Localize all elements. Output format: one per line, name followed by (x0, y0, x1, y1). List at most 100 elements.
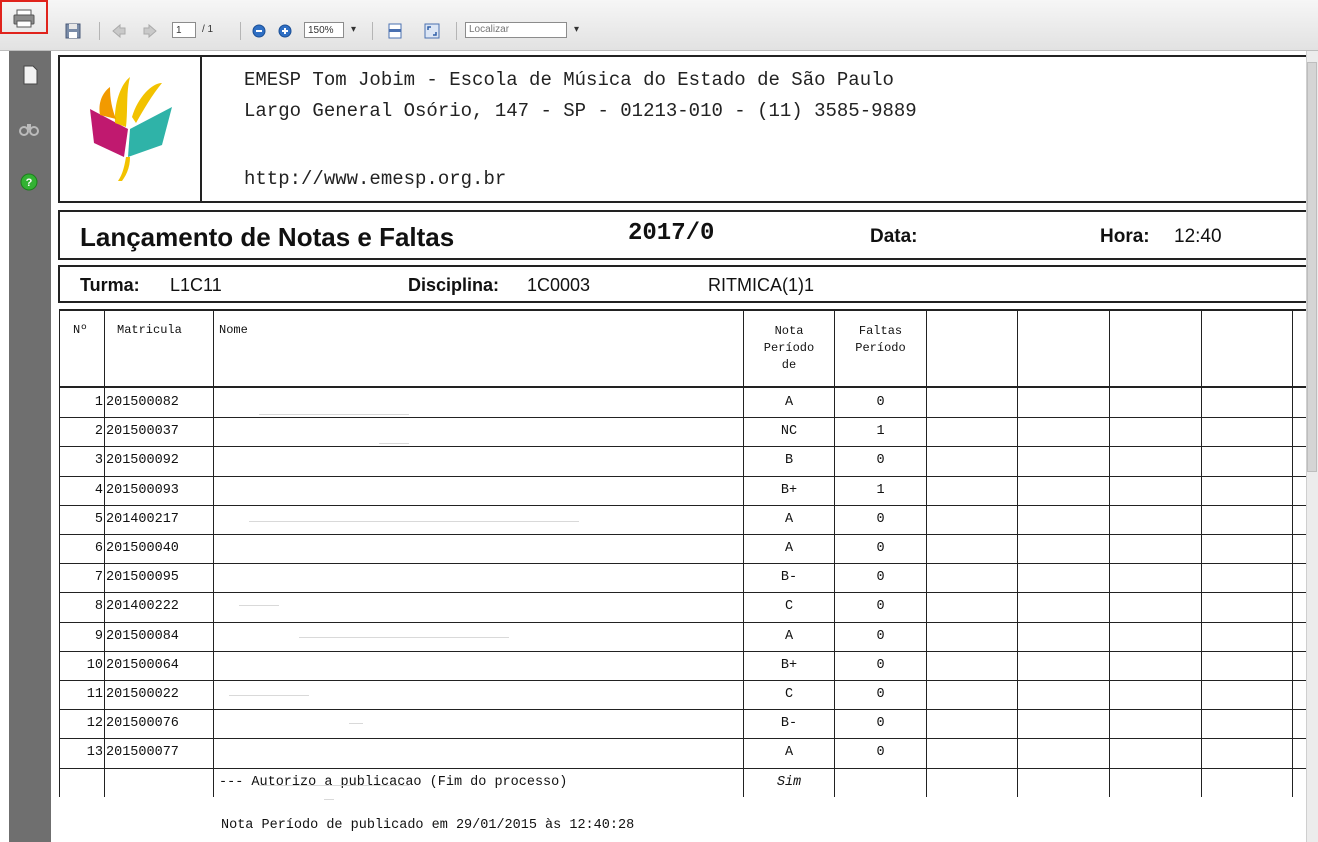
help-button[interactable]: ? (20, 173, 38, 196)
redacted-name-mark (229, 695, 309, 696)
row-number: 12 (86, 716, 103, 732)
row-faltas: 0 (876, 453, 885, 469)
fullscreen-button[interactable] (421, 20, 443, 42)
separator (372, 22, 373, 40)
zoom-out-button[interactable] (248, 20, 270, 42)
published-note: Nota Período de publicado em 29/01/2015 … (221, 818, 635, 833)
disciplina-label: Disciplina: (408, 275, 500, 295)
row-faltas: 0 (876, 599, 885, 615)
fit-width-icon (388, 23, 402, 39)
row-matricula: 201500037 (106, 424, 179, 440)
find-button[interactable] (19, 121, 39, 142)
row-faltas: 0 (876, 511, 885, 527)
row-nota: A (784, 745, 794, 761)
fit-width-button[interactable] (384, 20, 406, 42)
row-number: 10 (86, 657, 103, 673)
row-nota: B- (780, 570, 798, 586)
row-divider (59, 622, 1309, 623)
separator (99, 22, 100, 40)
save-button[interactable] (62, 20, 84, 42)
separator (456, 22, 457, 40)
redacted-name-mark (379, 443, 409, 444)
row-matricula: 201500095 (106, 570, 179, 586)
row-faltas: 1 (876, 424, 885, 440)
row-faltas: 0 (876, 570, 885, 586)
dropdown-icon[interactable]: ▾ (574, 22, 579, 38)
class-info-bar: Turma: L1C11 Disciplina: 1C0003 RITMICA(… (58, 265, 1310, 303)
row-nota: B- (780, 716, 798, 732)
date-label: Data: (870, 226, 918, 247)
report-period: 2017/0 (628, 220, 715, 247)
disciplina-name: RITMICA(1)1 (708, 275, 815, 295)
disciplina-value: 1C0003 (527, 275, 591, 295)
document-page: EMESP Tom Jobim - Escola de Música do Es… (51, 51, 1310, 842)
row-number: 3 (94, 453, 103, 469)
svg-text:?: ? (26, 177, 33, 189)
row-number: 4 (94, 482, 103, 498)
prev-page-button[interactable] (108, 20, 130, 42)
header-nota: Nota Período de (763, 324, 815, 372)
zoom-select[interactable]: 150% (304, 22, 344, 38)
row-faltas: 0 (876, 745, 885, 761)
header-faltas: Faltas Período (855, 324, 906, 355)
row-matricula: 201400222 (106, 599, 179, 615)
binoculars-icon (19, 124, 39, 136)
row-faltas: 0 (876, 395, 885, 410)
row-nota: C (784, 599, 794, 615)
logo-cell (60, 57, 202, 201)
school-header: EMESP Tom Jobim - Escola de Música do Es… (58, 55, 1310, 203)
row-matricula: 201500092 (106, 453, 179, 469)
turma-label: Turma: (80, 275, 140, 295)
header-nome: Nome (219, 323, 248, 337)
zoom-in-icon (278, 24, 292, 38)
pages-panel-button[interactable] (21, 65, 39, 90)
next-page-button[interactable] (139, 20, 161, 42)
zoom-in-button[interactable] (274, 20, 296, 42)
row-divider (59, 709, 1309, 710)
row-number: 6 (94, 541, 103, 556)
authorization-text: --- Autorizo a publicacao (Fim do proces… (219, 774, 568, 790)
redacted-name-mark (259, 414, 409, 415)
row-number: 5 (94, 511, 103, 527)
row-divider (59, 476, 1309, 477)
row-nota: C (784, 687, 794, 702)
print-icon (13, 9, 35, 28)
search-input[interactable] (465, 22, 567, 38)
page-number-input[interactable]: 1 (172, 22, 196, 38)
prev-page-icon (112, 23, 126, 39)
row-divider (59, 505, 1309, 506)
row-matricula: 201500040 (106, 541, 179, 556)
row-faltas: 0 (876, 657, 885, 673)
row-divider (59, 446, 1309, 447)
report-title: Lançamento de Notas e Faltas (80, 222, 455, 252)
row-faltas: 0 (876, 687, 885, 702)
row-faltas: 0 (876, 716, 885, 732)
row-divider (59, 592, 1309, 593)
grades-table: Nº Matricula Nome Nota Período de Faltas… (59, 309, 1309, 800)
separator (240, 22, 241, 40)
side-panel-rail: ? (9, 51, 51, 842)
row-matricula: 201500077 (106, 745, 179, 761)
pages-panel-icon (23, 65, 38, 85)
row-nota: A (784, 541, 794, 556)
row-nota: NC (780, 424, 798, 440)
scrollbar-thumb[interactable] (1307, 62, 1317, 472)
hour-value: 12:40 (1174, 226, 1222, 247)
redacted-name-mark (349, 723, 363, 724)
row-nota: B (784, 453, 794, 469)
row-number: 13 (86, 745, 103, 761)
row-nota: B+ (780, 657, 798, 673)
header-matricula: Matricula (117, 323, 182, 337)
row-divider (59, 651, 1309, 652)
report-title-bar: Lançamento de Notas e Faltas 2017/0 Data… (58, 210, 1310, 260)
row-matricula: 201500022 (106, 687, 179, 702)
row-number: 1 (94, 395, 103, 410)
row-number: 7 (94, 570, 103, 586)
row-matricula: 201500082 (106, 395, 179, 410)
help-icon: ? (20, 173, 38, 191)
print-button[interactable] (0, 0, 48, 34)
redacted-name-mark (324, 799, 334, 800)
header-school-name: EMESP Tom Jobim - Escola de Música do Es… (244, 69, 894, 91)
row-nota: B+ (780, 482, 798, 498)
chevron-down-icon[interactable]: ▾ (351, 22, 356, 38)
